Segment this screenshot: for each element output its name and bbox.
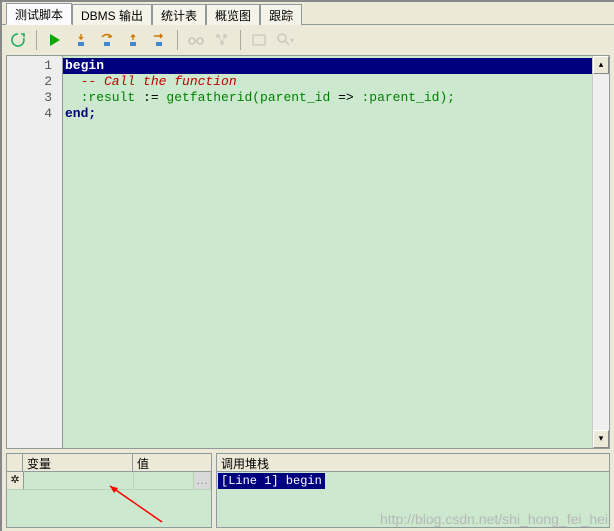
- variables-header: 变量 值: [7, 454, 211, 472]
- var-name-cell[interactable]: [24, 472, 134, 489]
- scroll-down-button[interactable]: ▾: [593, 430, 609, 448]
- dropdown-icon: ▾: [290, 36, 294, 45]
- step-out-button[interactable]: [121, 28, 145, 52]
- callstack-panel: 调用堆栈 [Line 1] begin: [216, 453, 610, 528]
- play-icon: [48, 33, 62, 47]
- col-variable[interactable]: 变量: [23, 454, 133, 471]
- step-over-button[interactable]: [95, 28, 119, 52]
- code-editor[interactable]: 1 2 3 4 begin -- Call the function :resu…: [6, 55, 610, 449]
- code-line: -- Call the function: [63, 74, 592, 90]
- separator: [240, 30, 241, 50]
- run-to-cursor-icon: [151, 32, 167, 48]
- vertical-scrollbar[interactable]: ▴ ▾: [592, 56, 609, 448]
- code-line: begin: [63, 58, 592, 74]
- scroll-up-button[interactable]: ▴: [593, 56, 609, 74]
- callstack-line[interactable]: [Line 1] begin: [218, 473, 325, 489]
- line-number: 4: [7, 106, 62, 122]
- var-value-cell[interactable]: [134, 472, 194, 489]
- variable-row[interactable]: ✲ …: [7, 472, 211, 490]
- variables-panel: 变量 值 ✲ …: [6, 453, 212, 528]
- refresh-icon: [10, 32, 26, 48]
- zoom-button[interactable]: ▾: [273, 28, 297, 52]
- step-out-icon: [125, 32, 141, 48]
- tab-body: ▾ 1 2 3 4 begin -- Call the function :re…: [2, 24, 614, 531]
- step-over-icon: [99, 32, 115, 48]
- tab-statistics[interactable]: 统计表: [152, 4, 206, 25]
- tab-test-script[interactable]: 测试脚本: [6, 3, 72, 25]
- step-into-icon: [73, 32, 89, 48]
- tab-trace[interactable]: 跟踪: [260, 4, 302, 25]
- code-area[interactable]: begin -- Call the function :result := ge…: [63, 56, 592, 448]
- var-more-button[interactable]: …: [194, 472, 211, 489]
- step-into-button[interactable]: [69, 28, 93, 52]
- separator: [177, 30, 178, 50]
- tab-dbms-output[interactable]: DBMS 输出: [72, 4, 152, 25]
- app-root: 测试脚本 DBMS 输出 统计表 概览图 跟踪: [0, 0, 614, 531]
- refresh-button[interactable]: [6, 28, 30, 52]
- view-icon: [251, 33, 267, 47]
- toolbar: ▾: [2, 25, 614, 55]
- callstack-header: 调用堆栈: [217, 454, 609, 472]
- callstack-body[interactable]: [Line 1] begin: [217, 472, 609, 527]
- line-gutter: 1 2 3 4: [7, 56, 63, 448]
- tree-icon: [214, 32, 230, 48]
- object-tree-button[interactable]: [210, 28, 234, 52]
- col-callstack: 调用堆栈: [217, 454, 609, 471]
- line-number: 1: [7, 58, 62, 74]
- row-marker-col: [7, 454, 23, 471]
- bottom-panels: 变量 值 ✲ … 调用堆栈 [Line 1] begin: [2, 453, 614, 531]
- glasses-button[interactable]: [184, 28, 208, 52]
- code-line: :result := getfatherid(parent_id => :par…: [63, 90, 592, 106]
- run-to-cursor-button[interactable]: [147, 28, 171, 52]
- scroll-track[interactable]: [593, 74, 609, 430]
- tab-overview[interactable]: 概览图: [206, 4, 260, 25]
- view-button[interactable]: [247, 28, 271, 52]
- line-number: 3: [7, 90, 62, 106]
- run-button[interactable]: [43, 28, 67, 52]
- line-number: 2: [7, 74, 62, 90]
- col-value[interactable]: 值: [133, 454, 211, 471]
- code-line: end;: [63, 106, 592, 122]
- row-indicator-icon: ✲: [7, 472, 24, 489]
- glasses-icon: [187, 33, 205, 47]
- separator: [36, 30, 37, 50]
- tab-bar: 测试脚本 DBMS 输出 统计表 概览图 跟踪: [2, 2, 614, 24]
